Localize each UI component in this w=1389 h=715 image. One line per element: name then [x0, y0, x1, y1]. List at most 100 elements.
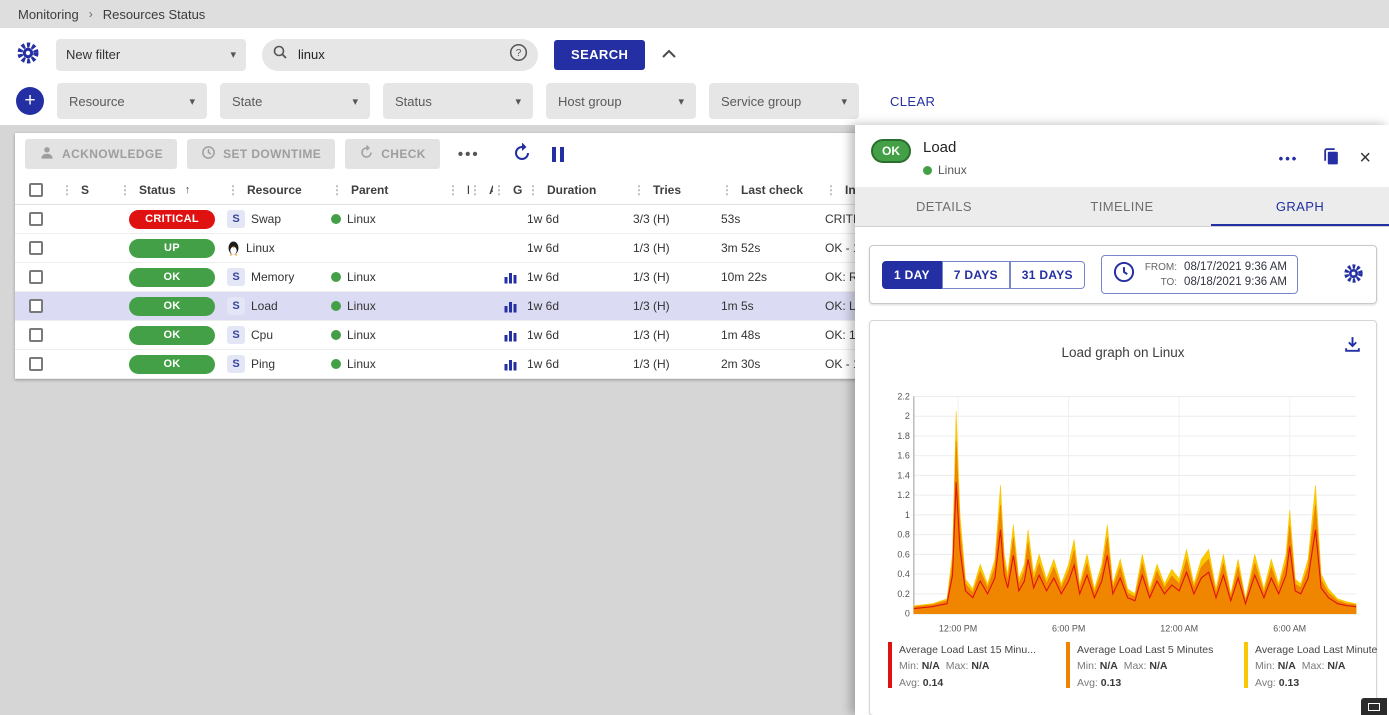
- drag-handle-icon[interactable]: ⋮: [469, 183, 481, 197]
- select-all-checkbox[interactable]: [29, 183, 43, 197]
- column-header-last_check[interactable]: ⋮ Last check: [721, 183, 825, 197]
- date-range-box[interactable]: FROM: 08/17/2021 9:36 AM TO: 08/18/2021 …: [1101, 255, 1298, 294]
- graph-cell[interactable]: [493, 300, 527, 313]
- drag-handle-icon[interactable]: ⋮: [493, 183, 505, 197]
- copy-link-button[interactable]: [1322, 147, 1341, 169]
- chevron-down-icon: ▾: [189, 95, 195, 108]
- drag-handle-icon[interactable]: ⋮: [331, 183, 343, 197]
- legend-avg: Avg: 0.14: [899, 675, 1036, 691]
- parent-status-dot: [331, 330, 341, 340]
- chevron-down-icon: ▾: [230, 48, 236, 61]
- breadcrumb-item-monitoring[interactable]: Monitoring: [18, 7, 79, 22]
- range-1-day-button[interactable]: 1 DAY: [882, 261, 942, 289]
- parent-status-dot: [331, 359, 341, 369]
- column-header-notes[interactable]: ⋮N: [447, 183, 469, 197]
- pause-refresh-button[interactable]: [552, 147, 564, 162]
- column-header-parent[interactable]: ⋮Parent: [331, 183, 447, 197]
- breadcrumb-item-resources-status[interactable]: Resources Status: [103, 7, 206, 22]
- more-actions-button[interactable]: •••: [450, 146, 488, 163]
- drag-handle-icon[interactable]: ⋮: [61, 183, 73, 197]
- graph-cell[interactable]: [493, 271, 527, 284]
- clear-filters-button[interactable]: CLEAR: [884, 93, 941, 110]
- svg-text:6:00 AM: 6:00 AM: [1273, 624, 1306, 634]
- resource-name: Memory: [251, 270, 294, 284]
- row-checkbox[interactable]: [29, 328, 43, 342]
- chart-area[interactable]: 00.20.40.60.811.21.41.61.822.212:00 PM6:…: [880, 386, 1366, 638]
- panel-header: OK Load Linux ••• ×: [855, 125, 1389, 187]
- parent-name: Linux: [347, 328, 376, 342]
- graph-cell[interactable]: [493, 329, 527, 342]
- legend-item[interactable]: Average Load Last Minute Min: N/A Max: N…: [1244, 642, 1389, 691]
- duration-cell: 1w 6d: [527, 270, 633, 284]
- filter-resource-dropdown[interactable]: Resource▾: [57, 83, 207, 119]
- filter-state-dropdown[interactable]: State▾: [220, 83, 370, 119]
- search-button[interactable]: SEARCH: [554, 40, 645, 70]
- tab-details[interactable]: DETAILS: [855, 187, 1033, 226]
- check-button[interactable]: CHECK: [345, 139, 440, 169]
- from-label: FROM:: [1145, 262, 1177, 273]
- range-7-days-button[interactable]: 7 DAYS: [942, 261, 1010, 289]
- add-criteria-button[interactable]: +: [16, 87, 44, 115]
- search-help-icon[interactable]: ?: [509, 43, 528, 67]
- legend-item[interactable]: Average Load Last 5 Minutes Min: N/A Max…: [1066, 642, 1234, 691]
- column-header-severity[interactable]: ⋮S: [61, 183, 119, 197]
- duration-cell: 1w 6d: [527, 328, 633, 342]
- column-header-label: Last check: [741, 183, 803, 197]
- dropdown-label: Service group: [721, 94, 801, 109]
- panel-more-button[interactable]: •••: [1273, 150, 1305, 167]
- last-check-cell: 1m 5s: [721, 299, 825, 313]
- column-header-duration[interactable]: ⋮Duration: [527, 183, 633, 197]
- legend-series-name: Average Load Last 15 Minu...: [899, 642, 1036, 658]
- column-header-status[interactable]: ⋮Status↑: [119, 183, 227, 197]
- graph-settings-button[interactable]: [1343, 263, 1364, 287]
- filter-preset-dropdown[interactable]: New filter ▾: [56, 39, 246, 71]
- drag-handle-icon[interactable]: ⋮: [227, 183, 239, 197]
- column-header-graph[interactable]: ⋮G: [493, 183, 527, 197]
- filter-settings-button[interactable]: [16, 41, 40, 68]
- column-header-tries[interactable]: ⋮Tries: [633, 183, 721, 197]
- column-header-resource[interactable]: ⋮Resource: [227, 183, 331, 197]
- details-panel: OK Load Linux ••• × DETAILSTIMELINEGRAPH…: [855, 125, 1389, 715]
- range-31-days-button[interactable]: 31 DAYS: [1010, 261, 1085, 289]
- drag-handle-icon[interactable]: ⋮: [447, 183, 459, 197]
- tab-graph[interactable]: GRAPH: [1211, 187, 1389, 226]
- pip-corner-icon[interactable]: [1361, 698, 1387, 715]
- row-checkbox[interactable]: [29, 212, 43, 226]
- filter-status-dropdown[interactable]: Status▾: [383, 83, 533, 119]
- graph-cell[interactable]: [493, 358, 527, 371]
- resource-name: Load: [251, 299, 278, 313]
- export-graph-button[interactable]: [1343, 335, 1362, 357]
- set-downtime-button[interactable]: SET DOWNTIME: [187, 139, 335, 169]
- close-icon: ×: [1359, 147, 1371, 169]
- row-checkbox[interactable]: [29, 241, 43, 255]
- legend-avg: Avg: 0.13: [1077, 675, 1213, 691]
- graph-icon: [504, 358, 517, 371]
- column-header-acknowledged[interactable]: ⋮A: [469, 183, 493, 197]
- chevron-up-icon: [661, 47, 677, 62]
- acknowledge-button[interactable]: ACKNOWLEDGE: [25, 139, 177, 169]
- svg-text:0.2: 0.2: [897, 589, 909, 599]
- row-checkbox[interactable]: [29, 270, 43, 284]
- sort-ascending-icon[interactable]: ↑: [185, 184, 191, 196]
- parent-status-dot: [331, 301, 341, 311]
- filter-service-group-dropdown[interactable]: Service group▾: [709, 83, 859, 119]
- drag-handle-icon[interactable]: ⋮: [119, 183, 131, 197]
- drag-handle-icon[interactable]: ⋮: [633, 183, 645, 197]
- search-input[interactable]: [296, 46, 501, 63]
- drag-handle-icon[interactable]: ⋮: [825, 183, 837, 197]
- refresh-button[interactable]: [512, 143, 532, 166]
- drag-handle-icon[interactable]: ⋮: [527, 183, 539, 197]
- close-panel-button[interactable]: ×: [1359, 150, 1371, 166]
- resource-cell: Linux: [227, 241, 331, 256]
- legend-item[interactable]: Average Load Last 15 Minu... Min: N/A Ma…: [888, 642, 1056, 691]
- duration-cell: 1w 6d: [527, 299, 633, 313]
- row-checkbox[interactable]: [29, 357, 43, 371]
- tries-cell: 3/3 (H): [633, 212, 721, 226]
- download-icon: [1343, 342, 1362, 357]
- svg-text:2.2: 2.2: [897, 391, 909, 401]
- filter-host-group-dropdown[interactable]: Host group▾: [546, 83, 696, 119]
- collapse-filters-button[interactable]: [661, 47, 677, 62]
- tab-timeline[interactable]: TIMELINE: [1033, 187, 1211, 226]
- drag-handle-icon[interactable]: ⋮: [721, 183, 733, 197]
- row-checkbox[interactable]: [29, 299, 43, 313]
